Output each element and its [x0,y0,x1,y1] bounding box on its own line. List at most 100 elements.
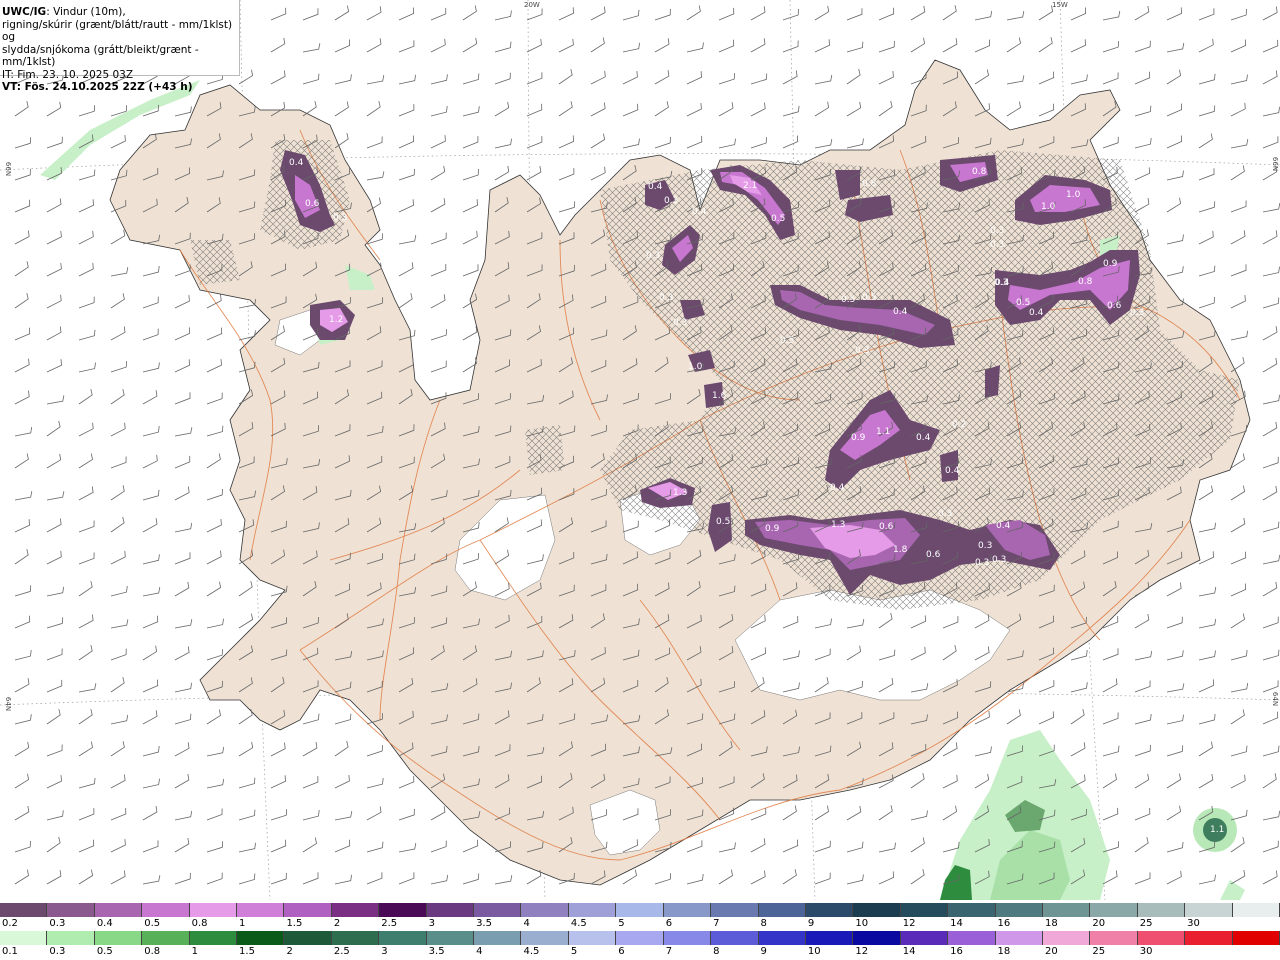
header-line1: : Vindur (10m), [46,6,126,18]
rain-legend-swatch [284,931,332,945]
precip-value-label: 0.5 [841,295,855,305]
precip-value-label: 1.0 [1066,190,1081,200]
rain-legend-swatch [142,931,190,945]
rain-legend-swatch [568,931,617,945]
precip-value-label: 0.9 [765,524,780,534]
precip-value-label: 0.3 [990,240,1004,250]
precip-value-label: 1.1 [876,427,890,437]
rain-legend-swatch [1185,931,1233,945]
snow-legend-label: 8 [760,918,767,929]
latitude-label-66n-left: 66N [4,161,13,177]
rain-legend-swatch [426,931,475,945]
snow-legend-label: 16 [997,918,1011,929]
precip-value-label: 1.0 [688,362,703,372]
snow-legend-label: 14 [950,918,963,929]
snow-legend-swatch [94,903,143,917]
snow-legend-swatch [1090,903,1138,917]
snow-legend-label: 3 [428,918,436,929]
precip-value-label: 0.4 [893,307,908,317]
rain-legend-swatch [711,931,759,945]
precip-value-label: 0.8 [1078,277,1093,287]
snow-legend-swatch [711,903,759,917]
rain-legend-label: 20 [1044,946,1058,957]
snow-legend-swatch [426,903,475,917]
rain-legend-swatch [758,931,806,945]
snow-legend-label: 1.5 [286,918,303,929]
rain-legend-label: 0.1 [2,946,18,957]
precip-value-label: 0.5 [1016,298,1030,308]
precip-value-label: 0.4 [1029,308,1044,318]
precip-value-label: 0.6 [879,522,894,532]
precip-value-label: 0.3 [992,555,1006,565]
longitude-label-15w: 15W [1052,1,1068,9]
snow-legend-label: 1 [239,918,246,929]
precip-value-label: 0.3 [646,251,660,261]
precip-value-label: 0.3 [659,293,673,303]
snow-legend-swatch [521,903,569,917]
rain-legend-label: 1 [191,946,198,957]
precip-value-label: 0.6 [926,550,941,560]
rain-legend-swatch [948,931,996,945]
rain-legend-swatch [94,931,143,945]
snow-legend-label: 4.5 [570,918,587,929]
snow-legend-label: 25 [1139,918,1153,929]
precip-value-label: 0.4 [945,466,960,476]
rain-legend-label: 6 [618,946,625,957]
rain-legend-swatch [1232,931,1280,945]
snow-legend-swatch [948,903,996,917]
valid-time: VT: Fös. 24.10.2025 22Z (+43 h) [2,81,193,93]
snow-legend-label: 20 [1092,918,1106,929]
snow-legend-label: 9 [807,918,815,929]
rain-legend-swatch [1090,931,1138,945]
snow-legend-label: 4 [523,918,530,929]
snow-legend-swatch [568,903,617,917]
rain-legend-swatch [805,931,854,945]
precip-value-label: 0.8 [862,179,877,189]
latitude-label-66n-right: 66N [1271,156,1280,172]
snow-legend-labels: 0.2 0.3 0.4 0.5 0.8 1 1.5 2 2.5 3 3.5 4 4.5 5 6 7 8 9 10 12… [0,918,1280,930]
precip-value-label: 0.4 [916,433,931,443]
snow-legend-swatch [758,903,806,917]
precip-value-label: 0.4 [648,182,663,192]
snow-legend-swatch [379,903,427,917]
rain-legend-label: 3 [381,946,388,957]
rain-legend-swatch [521,931,569,945]
latitude-label-64n-right: 64N [1271,691,1280,707]
latitude-label-64n-left: 64N [4,696,13,712]
snow-legend-swatch [853,903,901,917]
rain-legend-swatch [1042,931,1091,945]
weather-map: 0.4 0.6 0.3 1.2 0.4 0.3 0.3 0.3 0.3 0.5 1.0 1.6 2.1 0… [0,0,1280,900]
precip-value-label: 0.5 [862,293,876,303]
snow-legend-label: 2.5 [381,918,398,929]
precip-value-label: 0.3 [1130,308,1144,318]
snow-legend-swatch [995,903,1043,917]
snow-legend-bar [0,903,1280,917]
precip-value-label: 1.6 [712,391,727,401]
snow-legend-label: 0.4 [96,918,113,929]
rain-legend-label: 4 [476,946,483,957]
rain-legend-swatch [474,931,522,945]
rain-legend-swatch [379,931,427,945]
precip-value-label: 2.1 [743,181,757,191]
rain-legend-label: 3.5 [428,946,445,957]
precip-value-label: 0.6 [1107,301,1122,311]
snow-legend-label: 5 [618,918,625,929]
header-line3: slydda/snjókoma (grátt/bleikt/grænt - mm… [2,43,199,69]
rain-legend-label: 0.3 [49,946,66,957]
snow-legend-label: 6 [665,918,673,929]
precip-value-label: 1.8 [893,545,908,555]
snow-legend-swatch [47,903,95,917]
rain-legend-swatch [995,931,1043,945]
precip-value-label: 1.2 [329,315,343,325]
rain-legend-label: 4.5 [523,946,540,957]
snow-legend-swatch [1185,903,1233,917]
snow-legend-swatch [331,903,380,917]
snow-legend-label: 2 [333,918,341,929]
snow-legend-swatch [1137,903,1186,917]
precip-value-label: 0.2 [952,420,966,430]
precip-value-label: 1.3 [831,520,845,530]
snow-legend-label: 12 [902,918,916,929]
snow-legend-swatch [0,903,48,917]
header-line2: rigning/skúrir (grænt/blátt/rautt - mm/1… [2,18,233,44]
snow-legend-label: 18 [1044,918,1058,929]
